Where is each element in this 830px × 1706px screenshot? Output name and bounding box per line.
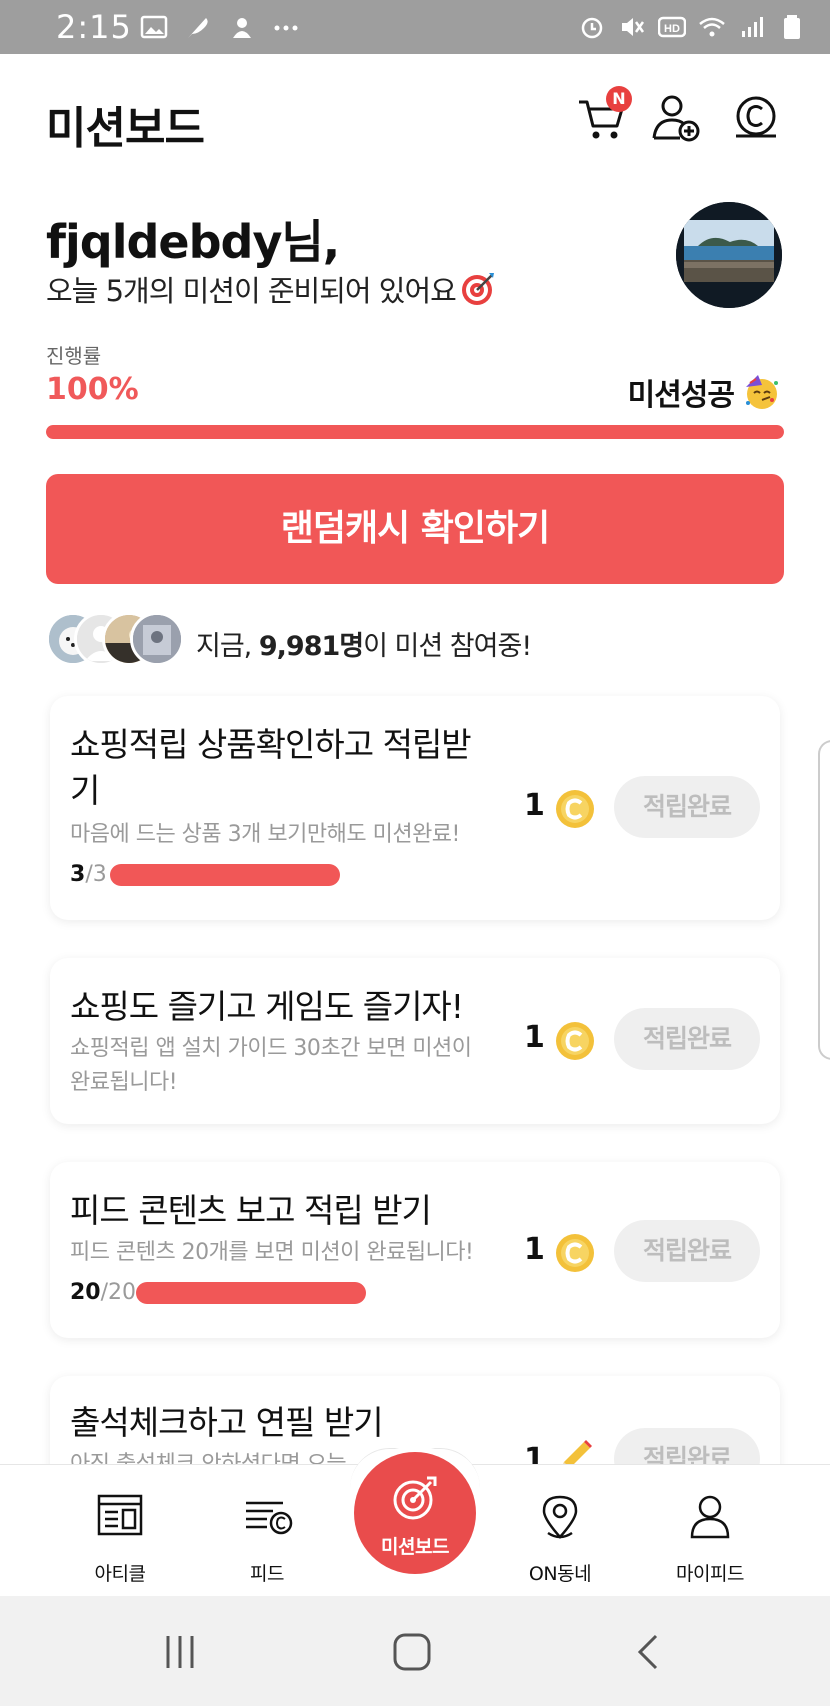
nav-item-feed[interactable]: 피드 <box>207 1465 327 1597</box>
participants-prefix: 지금, <box>196 631 259 662</box>
reward-amount: 1 <box>524 788 545 823</box>
target-emoji-icon <box>461 273 494 305</box>
back-icon[interactable] <box>628 1632 668 1672</box>
mission-status-text: 미션성공 <box>627 378 735 413</box>
location-icon <box>542 1495 578 1539</box>
article-icon <box>97 1494 143 1536</box>
status-time: 2:15 <box>56 8 132 46</box>
mission-status: 미션성공 <box>628 370 780 414</box>
svg-text:HD: HD <box>664 23 680 35</box>
mission-progress-total: /3 <box>85 862 107 887</box>
mission-progress-bar <box>110 864 340 886</box>
progress-bar <box>46 425 784 439</box>
nav-label: 피드 <box>250 1563 284 1585</box>
add-friend-button[interactable] <box>650 92 702 144</box>
mission-title: 출석체크하고 연필 받기 <box>70 1403 384 1442</box>
status-bar: 2:15 HD <box>0 0 830 54</box>
edge-panel-handle[interactable] <box>818 740 830 1060</box>
feed-icon <box>246 1501 293 1535</box>
participants-count: 9,981명 <box>258 631 364 662</box>
mission-card[interactable]: 쇼핑적립 상품확인하고 적립받기 마음에 드는 상품 3개 보기만해도 미션완료… <box>50 696 780 920</box>
cash-icon <box>736 96 776 138</box>
mission-card[interactable]: 피드 콘텐츠 보고 적립 받기 피드 콘텐츠 20개를 보면 미션이 완료됩니다… <box>50 1162 780 1338</box>
coin-icon <box>556 790 594 828</box>
gallery-icon <box>140 15 168 39</box>
hd-icon: HD <box>658 16 686 38</box>
wifi-icon <box>699 17 725 37</box>
progress-label: 진행률 <box>46 344 102 368</box>
coin-icon <box>556 1234 594 1272</box>
mission-progress-total: /20 <box>100 1280 137 1305</box>
greeting-subtitle: 오늘 5개의 미션이 준비되어 있어요 <box>46 268 496 310</box>
nav-item-my-feed[interactable]: 마이피드 <box>650 1465 770 1597</box>
random-cash-button[interactable]: 랜덤캐시 확인하기 <box>46 474 784 584</box>
mission-progress-count: 3/3 <box>70 862 107 887</box>
mission-title: 쇼핑도 즐기고 게임도 즐기자! <box>70 987 464 1026</box>
nav-label: 아티클 <box>94 1563 146 1585</box>
signal-icon <box>742 17 763 37</box>
reward-complete-button[interactable]: 적립완료 <box>614 776 760 838</box>
nav-item-article[interactable]: 아티클 <box>60 1465 180 1597</box>
app-notification-icon <box>233 18 251 38</box>
person-icon <box>690 1495 730 1539</box>
mission-title: 쇼핑적립 상품확인하고 적립받기 <box>70 725 472 810</box>
mission-progress-count: 20/20 <box>70 1280 136 1305</box>
status-system-icons: HD <box>578 14 806 40</box>
reward-amount: 1 <box>524 1020 545 1055</box>
mission-card[interactable]: 쇼핑도 즐기고 게임도 즐기자! 쇼핑적립 앱 설치 가이드 30초간 보면 미… <box>50 958 780 1124</box>
reward-complete-button[interactable]: 적립완료 <box>614 1008 760 1070</box>
participant-avatar <box>130 612 184 666</box>
reward-complete-button[interactable]: 적립완료 <box>614 1220 760 1282</box>
mission-progress-done: 20 <box>70 1280 101 1305</box>
nav-label: 마이피드 <box>676 1563 744 1585</box>
participants-text: 지금, 9,981명이 미션 참여중! <box>196 624 532 663</box>
mission-description: 마음에 드는 상품 3개 보기만해도 미션완료! <box>70 822 460 847</box>
mission-progress-bar <box>136 1282 366 1304</box>
battery-icon <box>784 15 800 39</box>
mission-progress-done: 3 <box>70 862 86 887</box>
reward-amount: 1 <box>524 1232 545 1267</box>
profile-photo <box>676 202 782 308</box>
progress-bar-fill <box>46 425 784 439</box>
cart-button[interactable]: N <box>576 86 632 144</box>
more-icon <box>274 25 298 31</box>
mission-description: 피드 콘텐츠 20개를 보면 미션이 완료됩니다! <box>70 1240 474 1265</box>
nav-label: ON동네 <box>528 1563 592 1585</box>
coin-icon <box>556 1022 594 1060</box>
status-notifications <box>140 14 300 40</box>
home-icon[interactable] <box>392 1632 432 1672</box>
new-badge: N <box>606 86 632 112</box>
user-greeting: fjqldebdy님, <box>46 215 340 269</box>
profile-avatar[interactable] <box>676 202 782 308</box>
alarm-icon <box>581 17 603 39</box>
add-user-icon <box>652 95 700 142</box>
feather-icon <box>188 18 208 38</box>
mission-description: 쇼핑적립 앱 설치 가이드 30초간 보면 미션이 완료됩니다! <box>70 1036 472 1095</box>
progress-value: 100% <box>46 372 139 407</box>
system-navigation-bar <box>0 1596 830 1706</box>
nav-label: 미션보드 <box>381 1536 449 1558</box>
cash-button[interactable] <box>730 92 782 144</box>
page-title: 미션보드 <box>46 103 205 154</box>
nav-item-mission-board[interactable]: 미션보드 <box>354 1452 476 1574</box>
greeting-subtitle-text: 오늘 5개의 미션이 준비되어 있어요 <box>46 274 457 308</box>
party-face-icon <box>746 375 778 409</box>
mute-icon <box>622 18 645 36</box>
mission-title: 피드 콘텐츠 보고 적립 받기 <box>70 1191 432 1230</box>
recent-apps-icon[interactable] <box>160 1632 200 1672</box>
participants-suffix: 이 미션 참여중! <box>363 631 532 662</box>
target-icon <box>393 1476 437 1520</box>
nav-item-on-neighborhood[interactable]: ON동네 <box>500 1465 620 1597</box>
participant-avatars <box>46 612 186 668</box>
